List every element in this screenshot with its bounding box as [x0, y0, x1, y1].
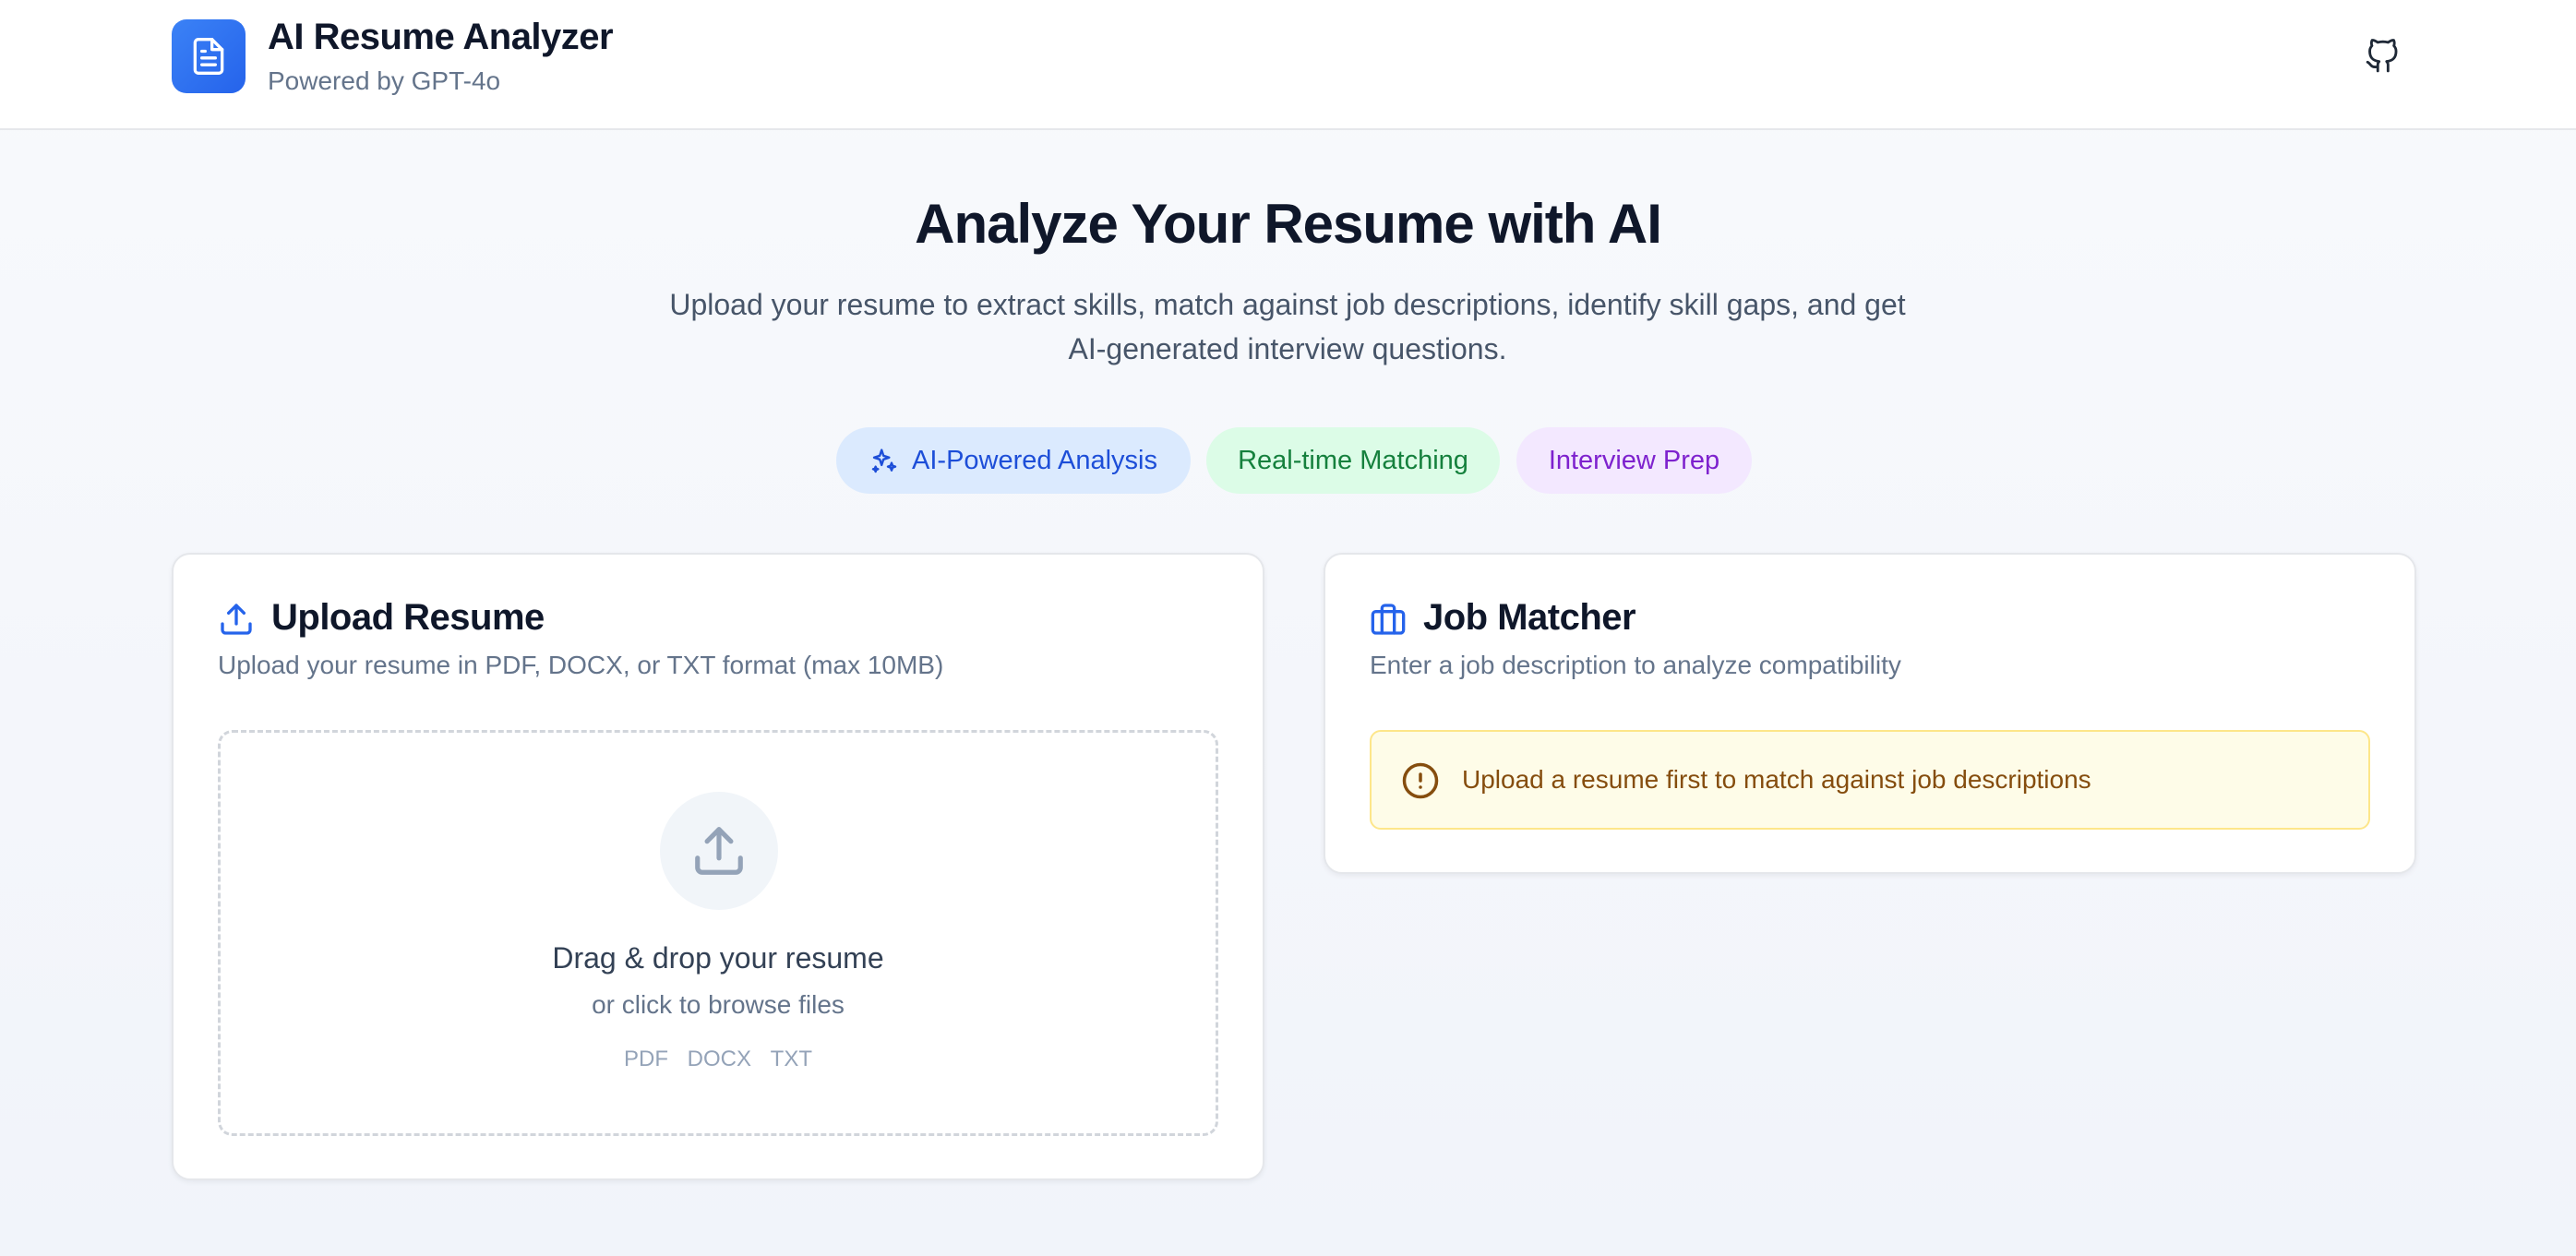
card-title: Upload Resume — [271, 597, 545, 638]
format-txt: TXT — [770, 1047, 812, 1071]
format-docx: DOCX — [687, 1047, 751, 1071]
card-title: Job Matcher — [1423, 597, 1636, 638]
sparkles-icon — [871, 449, 897, 473]
pill-interview-prep: Interview Prep — [1516, 427, 1752, 494]
app-title: AI Resume Analyzer — [268, 17, 614, 57]
hero-description: Upload your resume to extract skills, ma… — [669, 288, 1906, 365]
accepted-formats: PDF DOCX TXT — [221, 1047, 1216, 1072]
alert-circle-icon — [1402, 762, 1439, 799]
alert-text: Upload a resume first to match against j… — [1462, 765, 2091, 794]
upload-icon — [221, 604, 252, 635]
hero-title: Analyze Your Resume with AI — [915, 193, 1662, 255]
pill-label: AI-Powered Analysis — [912, 445, 1157, 475]
feature-pills: AI-Powered Analysis Real-time Matching I… — [0, 427, 2576, 494]
browse-files-link[interactable]: or click to browse files — [221, 990, 1216, 1020]
pill-real-time-matching: Real-time Matching — [1206, 427, 1500, 494]
resume-dropzone[interactable]: Drag & drop your resume or click to brow… — [218, 730, 1218, 1136]
upload-required-alert: Upload a resume first to match against j… — [1370, 730, 2370, 830]
format-pdf: PDF — [623, 1047, 668, 1071]
pill-label: Interview Prep — [1548, 445, 1720, 475]
dropzone-title: Drag & drop your resume — [552, 941, 884, 975]
card-description: Upload your resume in PDF, DOCX, or TXT … — [218, 651, 944, 679]
job-matcher-card: Job Matcher Enter a job description to a… — [1324, 553, 2416, 874]
app-subtitle: Powered by GPT-4o — [268, 66, 501, 95]
app-header: AI Resume Analyzer Powered by GPT-4o — [0, 0, 2576, 130]
document-icon — [172, 19, 246, 93]
pill-ai-powered-analysis: AI-Powered Analysis — [836, 427, 1191, 494]
pill-label: Real-time Matching — [1238, 445, 1468, 475]
card-description: Enter a job description to analyze compa… — [1370, 651, 1901, 679]
briefcase-icon — [1371, 604, 1406, 635]
upload-resume-card: Upload Resume Upload your resume in PDF,… — [172, 553, 1264, 1180]
upload-icon — [660, 792, 778, 910]
github-icon[interactable] — [2363, 37, 2402, 76]
